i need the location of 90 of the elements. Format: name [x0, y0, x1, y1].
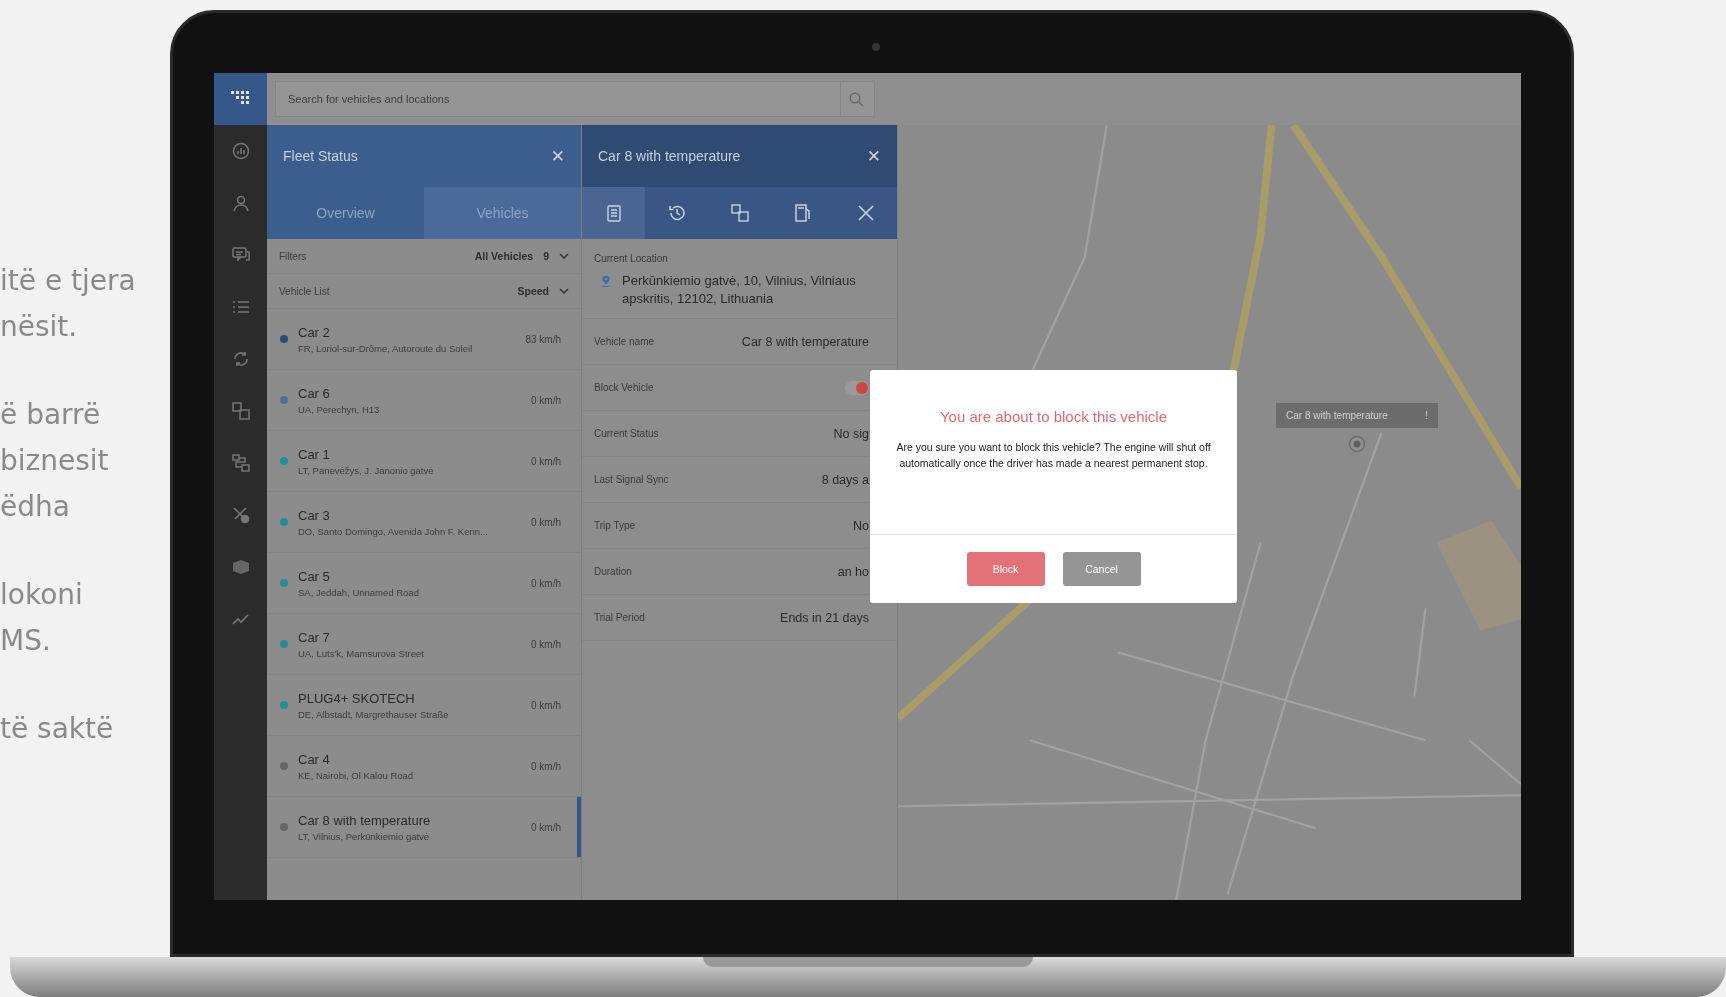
vehicle-speed: 0 km/h	[531, 638, 561, 650]
field-value: Ends in 21 days	[780, 610, 869, 625]
close-button[interactable]: ✕	[550, 146, 565, 166]
trend-icon[interactable]	[231, 613, 250, 625]
field-label: Trial Period	[594, 612, 645, 623]
field-label: Duration	[594, 566, 632, 577]
promo-paragraph: itë e tjera nësit.	[0, 263, 137, 345]
vehicle-name: Car 5	[298, 568, 331, 584]
box-icon[interactable]	[231, 559, 250, 575]
vehicle-row[interactable]: Car 7 UA, Luts'k, Mamsurova Street 0 km/h	[267, 614, 581, 675]
field-value: Car 8 with temperature	[741, 334, 869, 349]
vehicle-speed: 0 km/h	[531, 516, 561, 528]
vehicle-row[interactable]: Car 4 KE, Nairobi, Ol Kalou Road 0 km/h	[267, 736, 581, 797]
field-value: No sig	[833, 426, 869, 441]
vehicle-name: Car 8 with temperature	[298, 812, 432, 828]
search-icon[interactable]	[849, 91, 864, 107]
vehicle-row[interactable]: PLUG4+ SKOTECH DE, Albstadt, Margrethauser Straße 0 km/h	[267, 675, 581, 736]
dialog-message: Are you sure you want to block this vehicle? The engine will shut off automatically once the driver has made a nearest permanent stop.	[896, 440, 1211, 471]
vehicle-address: FR, Loriol-sur-Drôme, Autoroute du Soleil	[298, 342, 474, 354]
document-icon	[606, 204, 621, 222]
vehicle-speed: 0 km/h	[531, 394, 561, 406]
vehicle-speed: 83 km/h	[525, 333, 561, 345]
vehicle-name: Car 2	[298, 324, 331, 340]
block-toggle[interactable]	[845, 380, 869, 395]
chevron-down-icon	[559, 253, 569, 259]
gauge-icon[interactable]	[231, 142, 250, 160]
tab[interactable]: Overview	[267, 187, 424, 239]
squares-icon[interactable]	[231, 402, 250, 420]
sort-dropdown[interactable]: Speed	[517, 285, 569, 297]
promo-paragraph: të saktë	[0, 711, 115, 747]
field-label: Trip Type	[594, 520, 636, 531]
vehicle-row[interactable]: Car 5 SA, Jeddah, Unnamed Road 0 km/h	[267, 553, 581, 614]
fuel-icon	[794, 204, 811, 222]
vehicle-speed: 0 km/h	[531, 821, 561, 833]
history-icon	[667, 204, 686, 222]
dialog-title: You are about to block this vehicle	[939, 408, 1168, 425]
refresh-icon[interactable]	[231, 350, 250, 368]
logo-icon[interactable]	[214, 73, 267, 125]
list-icon[interactable]	[231, 300, 250, 314]
location-address: Perkūnkiemio gatvė, 10, Vilnius, Vilniaus apskritis, 12102, Lithuania	[622, 272, 857, 308]
vehicle-speed: 0 km/h	[531, 455, 561, 467]
tab[interactable]	[582, 187, 645, 239]
vehicle-name: Car 6	[298, 385, 331, 401]
dialog-button[interactable]: Block	[966, 552, 1045, 586]
vehicle-address: DO, Santo Domingo, Avenida John F. Kenn...	[298, 525, 489, 537]
vehicle-address: UA, Luts'k, Mamsurova Street	[298, 647, 425, 659]
promo-paragraph: lokoni MS.	[0, 577, 84, 659]
vehicle-speed: 0 km/h	[531, 577, 561, 589]
list-label: Vehicle List	[279, 285, 330, 297]
vehicle-row[interactable]: Car 2 FR, Loriol-sur-Drôme, Autoroute du Soleil 83 km/h	[267, 309, 581, 370]
person-icon[interactable]	[231, 194, 250, 212]
vehicle-name: PLUG4+ SKOTECH	[298, 690, 416, 706]
vehicle-row[interactable]: Car 3 DO, Santo Domingo, Avenida John F. Kenn... 0 km/h	[267, 492, 581, 553]
vehicle-address: DE, Albstadt, Margrethauser Straße	[298, 708, 450, 720]
vehicle-speed: 0 km/h	[531, 699, 561, 711]
camera-icon	[872, 43, 880, 51]
dialog-button[interactable]: Cancel	[1062, 552, 1141, 586]
panel-title: Car 8 with temperature	[598, 148, 741, 164]
vehicle-row[interactable]: Car 8 with temperature LT, Vilnius, Perkūnkiemio gatvė 0 km/h	[267, 797, 581, 858]
vehicle-address: LT, Vilnius, Perkūnkiemio gatvė	[298, 830, 431, 842]
field-value: 8 days a	[821, 472, 869, 487]
filter-dropdown[interactable]: All Vehicles 9	[474, 250, 569, 262]
vehicle-row[interactable]: Car 1 LT, Panevėžys, J. Janonio gatvė 0 km/h	[267, 431, 581, 492]
field-label: Vehicle name	[594, 336, 655, 347]
field-value: an ho	[837, 564, 869, 579]
route-icon[interactable]	[231, 454, 250, 472]
panel-title: Fleet Status	[283, 148, 358, 164]
vehicle-speed: 0 km/h	[531, 760, 561, 772]
vehicle-name: Car 1	[298, 446, 331, 462]
field-label: Current Status	[594, 428, 659, 439]
field-label: Block Vehicle	[594, 382, 654, 393]
search-field[interactable]: Search for vehicles and locations	[275, 81, 875, 117]
vehicle-name: Car 4	[298, 751, 331, 767]
squares-icon	[730, 204, 749, 222]
map-marker-label[interactable]: Car 8 with temperature !	[1276, 403, 1438, 428]
chat-icon[interactable]	[231, 247, 250, 263]
vehicle-name: Car 3	[298, 507, 331, 523]
vehicle-address: LT, Panevėžys, J. Janonio gatvė	[298, 464, 435, 476]
close-button[interactable]: ✕	[866, 146, 881, 166]
field-label: Current Location	[594, 253, 669, 264]
vehicle-name: Car 7	[298, 629, 331, 645]
promo-paragraph: ë barrë biznesit ëdha	[0, 397, 110, 525]
field-value: No	[853, 518, 869, 533]
vehicle-address: SA, Jeddah, Unnamed Road	[298, 586, 420, 598]
filter-label: Filters	[279, 250, 307, 262]
field-label: Last Signal Sync	[594, 474, 669, 485]
vehicle-row[interactable]: Car 6 UA, Perechyn, H13 0 km/h	[267, 370, 581, 431]
chevron-down-icon	[559, 288, 569, 294]
vehicle-address: UA, Perechyn, H13	[298, 403, 381, 415]
vehicle-address: KE, Nairobi, Ol Kalou Road	[298, 769, 415, 781]
